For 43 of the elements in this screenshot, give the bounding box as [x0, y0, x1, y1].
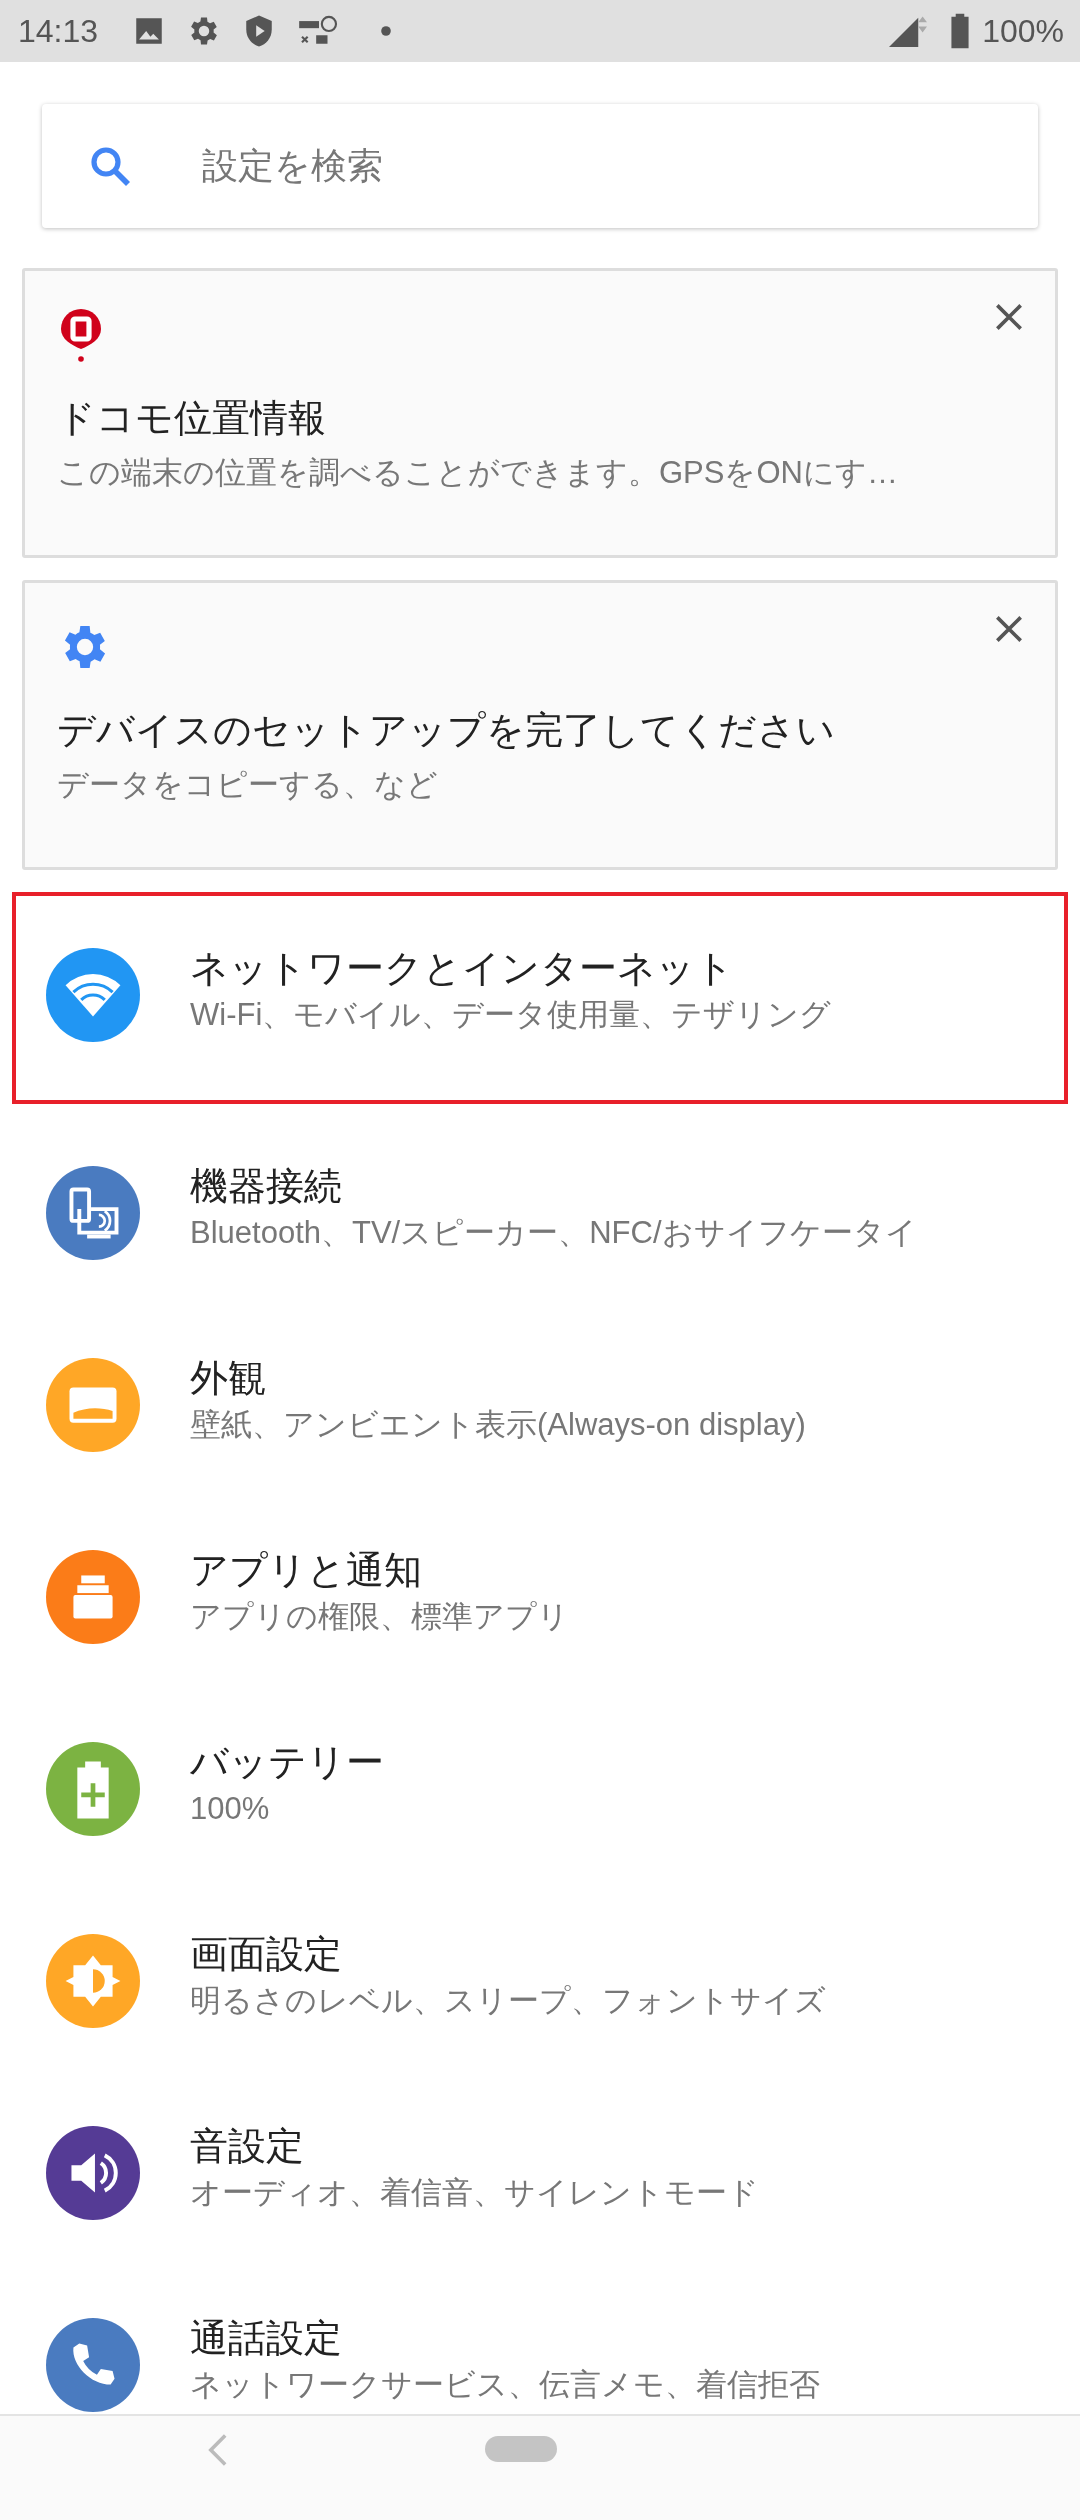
item-summary: 壁紙、アンビエント表示(Always-on display)	[190, 1405, 807, 1444]
suggestion-card[interactable]: ドコモ位置情報 この端末の位置を調べることができます。GPSをONにす…	[22, 268, 1058, 558]
item-summary: オーディオ、着信音、サイレントモード	[190, 2173, 760, 2212]
item-title: 通話設定	[190, 2316, 343, 2361]
battery-percent: 100%	[982, 12, 1064, 50]
item-title: バッテリー	[190, 1740, 385, 1785]
item-title: 機器接続	[190, 1164, 343, 1209]
item-title: 音設定	[190, 2124, 305, 2169]
item-title: ネットワークとインターネット	[190, 946, 735, 991]
settings-item[interactable]: 通話設定 ネットワークサービス、伝言メモ、着信拒否	[12, 2268, 1068, 2418]
settings-item[interactable]: 音設定 オーディオ、着信音、サイレントモード	[12, 2076, 1068, 2268]
settings-item[interactable]: ネットワークとインターネット Wi-Fi、モバイル、データ使用量、テザリング	[12, 892, 1068, 1104]
suggestion-title: ドコモ位置情報	[57, 396, 327, 441]
settings-item[interactable]: 外観 壁紙、アンビエント表示(Always-on display)	[12, 1308, 1068, 1500]
suggestion-summary: データをコピーする、など	[57, 766, 439, 804]
clock: 14:13	[18, 12, 99, 50]
search-field[interactable]: 設定を検索	[200, 144, 1038, 188]
notification-dot-icon	[380, 25, 393, 37]
wifi-icon	[46, 948, 140, 1042]
phone-icon	[46, 2318, 140, 2412]
item-summary: アプリの権限、標準アプリ	[190, 1597, 570, 1636]
devices-icon	[46, 1166, 140, 1260]
settings-item[interactable]: バッテリー 100%	[12, 1692, 1068, 1884]
settings-item[interactable]: アプリと通知 アプリの権限、標準アプリ	[12, 1500, 1068, 1692]
item-summary: 100%	[190, 1789, 271, 1828]
sound-icon	[46, 2126, 140, 2220]
battery-icon	[46, 1742, 140, 1836]
item-title: アプリと通知	[190, 1548, 423, 1593]
item-summary: ネットワークサービス、伝言メモ、着信拒否	[190, 2365, 821, 2404]
item-summary: Wi-Fi、モバイル、データ使用量、テザリング	[190, 995, 833, 1034]
display-icon	[46, 1358, 140, 1452]
item-title: 外観	[190, 1356, 267, 1401]
item-summary: Bluetooth、TV/スピーカー、NFC/おサイフケータイ	[190, 1213, 918, 1252]
item-title: 画面設定	[190, 1932, 343, 1977]
settings-item[interactable]: 画面設定 明るさのレベル、スリープ、フォントサイズ	[12, 1884, 1068, 2076]
battery-icon	[950, 13, 971, 49]
item-summary: 明るさのレベル、スリープ、フォントサイズ	[190, 1981, 827, 2020]
suggestion-summary: この端末の位置を調べることができます。GPSをONにす…	[57, 454, 899, 492]
brightness-icon	[46, 1934, 140, 2028]
apps-icon	[46, 1550, 140, 1644]
suggestion-title: デバイスのセットアップを完了してください	[57, 708, 836, 753]
suggestion-card[interactable]: デバイスのセットアップを完了してください データをコピーする、など	[22, 580, 1058, 870]
settings-item[interactable]: 機器接続 Bluetooth、TV/スピーカー、NFC/おサイフケータイ	[12, 1116, 1068, 1308]
